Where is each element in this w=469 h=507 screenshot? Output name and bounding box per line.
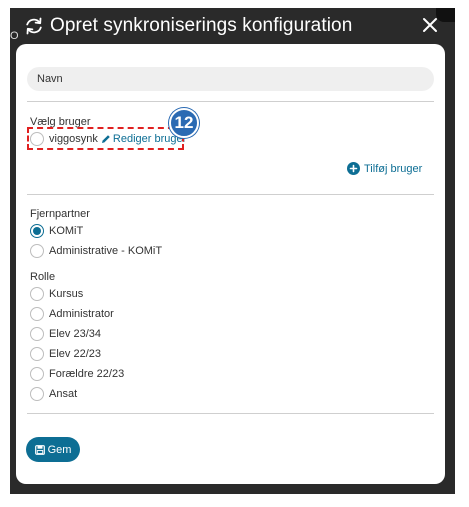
role-option-foraeldre-22-23[interactable]: Forældre 22/23 [30,366,124,382]
role-option-administrator[interactable]: Administrator [30,306,114,322]
role-radio[interactable] [30,327,44,341]
save-icon [34,444,45,455]
role-option-label: Administrator [49,308,114,320]
remote-partner-option-label: Administrative - KOMiT [49,245,163,257]
role-option-label: Kursus [49,288,84,300]
role-option-ansat[interactable]: Ansat [30,386,77,402]
highlight-box [27,127,184,150]
plus-circle-icon [347,162,360,175]
role-radio[interactable] [30,387,44,401]
role-option-label: Elev 22/23 [49,348,101,360]
remote-partner-label: Fjernpartner [30,208,90,220]
callout-badge: 12 [169,108,199,138]
dialog-header: Opret synkroniserings konfiguration [10,8,455,44]
close-icon[interactable] [422,17,438,33]
divider [27,101,434,102]
role-radio[interactable] [30,347,44,361]
dialog-body: Vælg bruger viggosynk Rediger bruger 12 … [16,44,445,484]
sync-icon [26,17,42,35]
role-label: Rolle [30,271,56,283]
name-input[interactable] [27,67,434,91]
dialog-title: Opret synkroniserings konfiguration [50,15,353,36]
remote-partner-option-label: KOMiT [49,225,84,237]
divider [27,413,434,414]
role-option-kursus[interactable]: Kursus [30,286,83,302]
role-radio[interactable] [30,307,44,321]
role-radio[interactable] [30,287,44,301]
save-button[interactable]: Gem [26,437,80,462]
role-option-label: Forældre 22/23 [49,368,125,380]
remote-partner-option-administrative[interactable]: Administrative - KOMiT [30,243,162,259]
role-radio[interactable] [30,367,44,381]
add-user-label: Tilføj bruger [364,162,423,175]
remote-partner-radio[interactable] [30,244,44,258]
role-option-label: Ansat [49,388,78,400]
divider [27,194,434,195]
add-user-button[interactable]: Tilføj bruger [347,162,422,175]
save-label: Gem [47,443,72,456]
role-option-label: Elev 23/34 [49,328,101,340]
role-option-elev-23-34[interactable]: Elev 23/34 [30,326,101,342]
remote-partner-radio[interactable] [30,224,44,238]
remote-partner-option-komit[interactable]: KOMiT [30,223,83,239]
role-option-elev-22-23[interactable]: Elev 22/23 [30,346,101,362]
